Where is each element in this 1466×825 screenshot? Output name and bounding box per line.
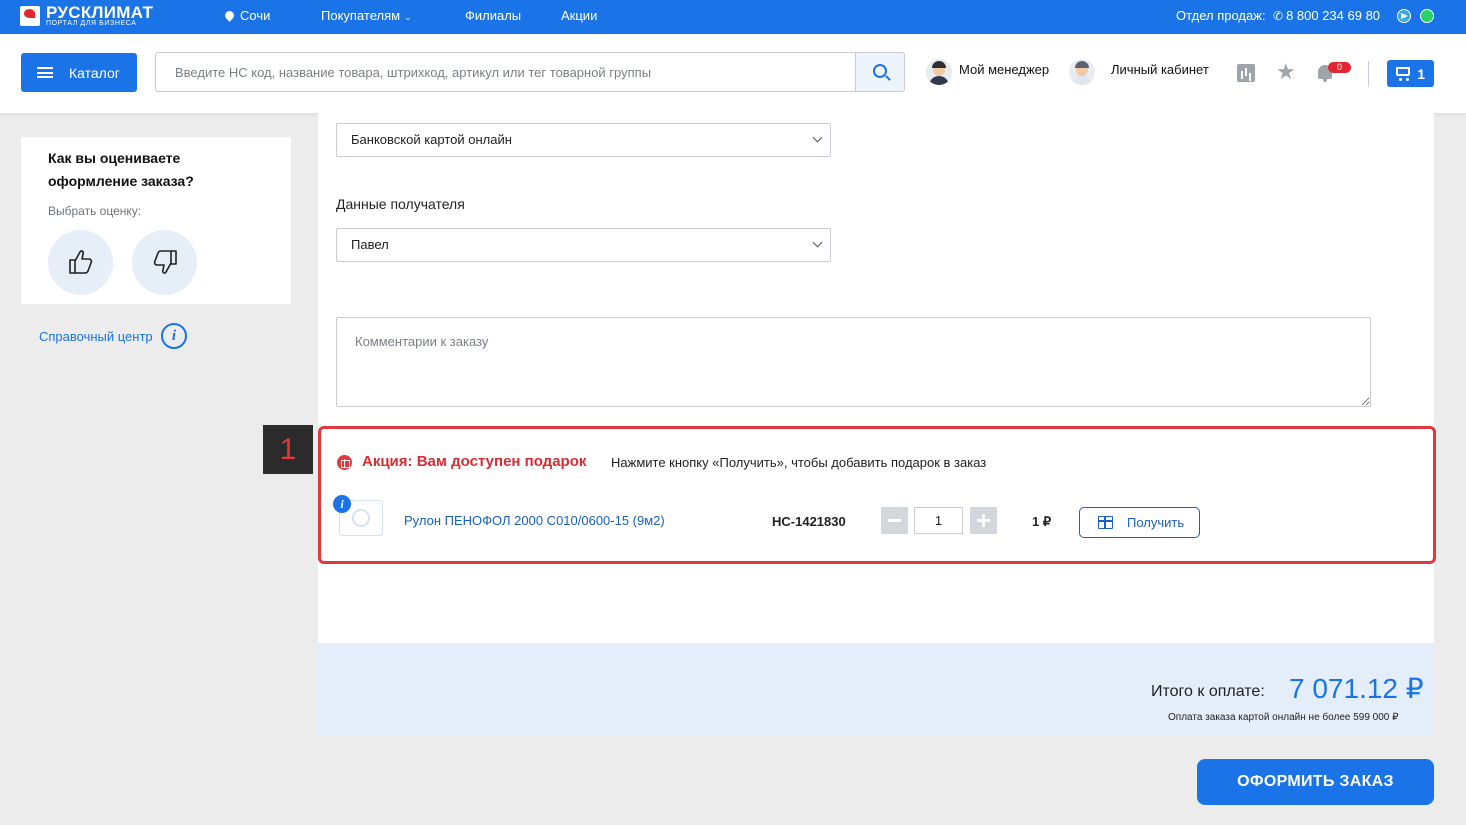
product-info-icon[interactable]: i — [333, 495, 351, 513]
info-icon[interactable]: i — [161, 323, 187, 349]
recipient-label: Данные получателя — [336, 196, 465, 212]
chevron-down-icon — [812, 237, 823, 248]
logo[interactable]: РУСКЛИМАТ ПОРТАЛ ДЛЯ БИЗНЕСА — [20, 3, 170, 29]
order-form: Банковской картой онлайн Данные получате… — [318, 113, 1436, 643]
gift-promo-block: Акция: Вам доступен подарок Нажмите кноп… — [318, 426, 1436, 564]
catalog-label: Каталог — [69, 64, 120, 81]
payment-method-select[interactable]: Банковской картой онлайн — [336, 123, 831, 157]
phone-number: 8 800 234 69 80 — [1286, 8, 1381, 23]
notification-badge: 0 — [1328, 62, 1351, 73]
thumbs-up-icon — [69, 250, 93, 274]
logo-flag-icon — [20, 6, 40, 26]
order-comment-textarea[interactable] — [336, 317, 1371, 407]
rating-title: Как вы оцениваете оформление заказа? — [48, 150, 194, 189]
my-manager-link[interactable]: Мой менеджер — [926, 59, 1050, 86]
user-avatar-icon — [1069, 59, 1095, 85]
quantity-input[interactable] — [914, 507, 963, 534]
thumbs-up-button[interactable] — [48, 230, 113, 295]
rating-subtitle: Выбрать оценку: — [48, 204, 142, 218]
manager-avatar-icon — [926, 59, 952, 85]
personal-cabinet-link[interactable]: Личный кабинет — [1069, 59, 1209, 86]
promo-title: Акция: Вам доступен подарок — [362, 453, 587, 470]
my-manager-label: Мой менеджер — [959, 62, 1050, 77]
top-bar: РУСКЛИМАТ ПОРТАЛ ДЛЯ БИЗНЕСА Сочи Покупа… — [0, 0, 1466, 34]
thumbs-down-button[interactable] — [132, 230, 197, 295]
header: Каталог Мой менеджер Личный кабинет ★ 0 … — [0, 34, 1466, 113]
quantity-increase-button[interactable] — [970, 507, 997, 534]
location-pin-icon — [223, 9, 236, 22]
logo-subtitle: ПОРТАЛ ДЛЯ БИЗНЕСА — [46, 20, 137, 27]
nav-buyers[interactable]: Покупателям ⌄ — [321, 8, 412, 23]
get-gift-label: Получить — [1127, 515, 1185, 530]
gift-product-link[interactable]: Рулон ПЕНОФОЛ 2000 С010/0600-15 (9м2) — [404, 513, 665, 528]
nav-buyers-label: Покупателям — [321, 8, 401, 23]
recipient-select[interactable]: Павел — [336, 228, 831, 262]
help-center-link[interactable]: Справочный центр — [39, 329, 153, 344]
cart-icon — [1396, 67, 1410, 81]
whatsapp-icon[interactable] — [1420, 9, 1434, 23]
sales-phone[interactable]: ✆ 8 800 234 69 80 — [1273, 8, 1380, 23]
total-value: 7 071.12 ₽ — [1289, 673, 1424, 704]
cart-button[interactable]: 1 — [1387, 60, 1434, 87]
header-divider — [1368, 61, 1369, 87]
statistics-icon[interactable] — [1237, 64, 1255, 82]
camera-icon — [352, 509, 370, 527]
telegram-icon[interactable] — [1397, 9, 1411, 23]
search-button[interactable] — [855, 52, 905, 92]
city-selector[interactable]: Сочи — [223, 8, 271, 23]
nav-promotions[interactable]: Акции — [561, 8, 597, 23]
gift-box-icon — [1097, 516, 1113, 529]
gift-icon — [337, 455, 352, 470]
sales-label: Отдел продаж: — [1176, 8, 1266, 23]
chevron-down-icon — [812, 132, 823, 143]
gift-price: 1 ₽ — [1032, 514, 1052, 529]
payment-method-value: Банковской картой онлайн — [351, 132, 512, 147]
minus-icon — [888, 519, 901, 522]
total-label: Итого к оплате: — [1151, 683, 1265, 700]
rating-card: Как вы оцениваете оформление заказа? Выб… — [21, 137, 291, 304]
place-order-button[interactable]: ОФОРМИТЬ ЗАКАЗ — [1197, 759, 1434, 805]
search-input[interactable] — [155, 52, 856, 92]
recipient-value: Павел — [351, 237, 389, 252]
cart-count: 1 — [1417, 65, 1425, 82]
thumbs-down-icon — [153, 250, 177, 274]
search-icon — [873, 64, 887, 78]
nav-branches[interactable]: Филиалы — [465, 8, 521, 23]
city-label: Сочи — [240, 8, 271, 23]
plus-icon — [977, 514, 990, 527]
personal-cabinet-label: Личный кабинет — [1111, 62, 1209, 77]
favorites-star-icon[interactable]: ★ — [1276, 59, 1296, 85]
promo-description: Нажмите кнопку «Получить», чтобы добавит… — [611, 455, 987, 470]
phone-icon: ✆ — [1273, 9, 1284, 23]
chevron-down-icon: ⌄ — [404, 12, 412, 22]
quantity-decrease-button[interactable] — [881, 507, 908, 534]
annotation-marker: 1 — [263, 425, 313, 474]
payment-limit-note: Оплата заказа картой онлайн не более 599… — [1168, 712, 1399, 723]
total-panel: Итого к оплате: 7 071.12 ₽ Оплата заказа… — [318, 643, 1434, 736]
sales-department: Отдел продаж: — [1176, 8, 1266, 23]
gift-product-code: НС-1421830 — [772, 514, 846, 529]
menu-icon — [37, 67, 53, 78]
catalog-button[interactable]: Каталог — [21, 53, 137, 92]
get-gift-button[interactable]: Получить — [1079, 507, 1200, 538]
